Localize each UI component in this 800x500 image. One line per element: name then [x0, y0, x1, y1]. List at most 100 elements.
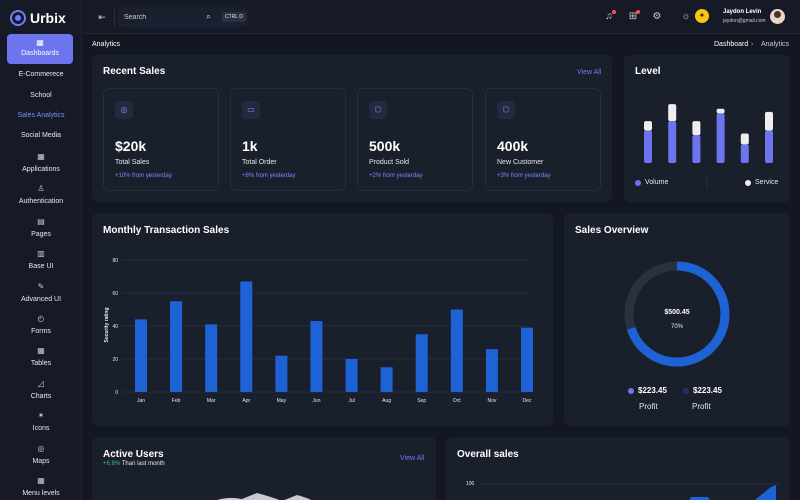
x-tick-label: Jun: [312, 398, 320, 404]
topbar: ⇤ ⌕ CTRL D ♫ ⊞ ⚙ ☼ ✦ Jaydon Levin jaydon…: [82, 0, 800, 34]
stat-value: $20k: [115, 138, 147, 154]
active-users-view-all-link[interactable]: View All: [400, 455, 424, 462]
tables-icon: ▦: [37, 346, 45, 356]
breadcrumb-separator: ›: [751, 41, 754, 48]
sidebar-item-label: Charts: [30, 392, 52, 400]
apps-icon: ▦: [37, 152, 45, 161]
stat-value: 400k: [497, 138, 529, 154]
y-tick-label: 80: [112, 258, 118, 264]
stat-label: Total Order: [242, 159, 277, 166]
x-tick-label: Oct: [453, 398, 461, 404]
monthly-bar: [275, 355, 288, 392]
x-tick-label: Apr: [242, 398, 250, 404]
monthly-bar: [205, 324, 218, 392]
monthly-sales-card: Monthly Transaction Sales 0 20 40 60 80 Secur…: [92, 213, 553, 426]
sidebar-subitem[interactable]: Sales Analytics: [0, 112, 82, 119]
sidebar-item-forms[interactable]: ◴ Forms: [0, 314, 82, 335]
stat-label: Total Sales: [115, 159, 150, 166]
overall-sales-card: Overall sales 100: [446, 437, 790, 500]
sidebar-item-label: Menu levels: [22, 490, 60, 497]
map-icon: ◎: [37, 443, 45, 453]
stat-card-product-sold: ⬡ 500k Product Sold +2% from yesterday: [357, 88, 473, 191]
sidebar-item-icons[interactable]: ✶ Icons: [0, 411, 82, 432]
sidebar-item-tables[interactable]: ▦ Tables: [0, 346, 82, 367]
stat-change: +2% from yesterday: [369, 173, 423, 179]
sidebar-item-label: Maps: [32, 457, 50, 465]
y-tick-label: 40: [112, 324, 118, 330]
stat-card-new-customer: ⬡ 400k New Customer +3% from yesterday: [485, 88, 601, 191]
sidebar-item-charts[interactable]: ◿ Charts: [0, 379, 82, 400]
active-users-title: Active Users: [103, 449, 164, 460]
advanced-ui-icon: ✎: [37, 281, 45, 291]
sidebar-subitem[interactable]: Social Media: [0, 132, 82, 139]
change-positive: +6.8%: [103, 461, 121, 467]
active-users-change: +6.8% Than last month: [103, 461, 165, 467]
monthly-bar: [240, 281, 253, 392]
monthly-bar: [450, 309, 463, 392]
level-bar-service: [716, 108, 725, 114]
sidebar-item-base-ui[interactable]: ▥ Base UI: [0, 249, 82, 270]
brand-name: Urbix: [30, 10, 66, 26]
recent-sales-title: Recent Sales: [103, 66, 166, 77]
legend-service-dot: [745, 180, 751, 186]
overview-legend-dot-1: [628, 388, 634, 394]
recent-sales-view-all-link[interactable]: View All: [577, 69, 601, 76]
active-users-card: Active Users +6.8% Than last month View …: [92, 437, 436, 500]
stat-label: Product Sold: [369, 159, 410, 166]
stat-change: +10% from yesterday: [115, 173, 172, 179]
legend-volume-label: Volume: [645, 179, 669, 186]
sidebar-item-label: Applications: [22, 166, 60, 173]
sidebar-subitem[interactable]: E-Commerece: [0, 71, 82, 78]
y-axis-label: Security rating: [104, 307, 110, 342]
sidebar-item-label: Dashboards: [21, 50, 59, 57]
box-icon: ⬡: [369, 101, 387, 119]
y-tick-label: 0: [115, 390, 118, 396]
search-input[interactable]: [124, 10, 204, 24]
charts-icon: ◿: [37, 378, 45, 388]
sidebar-item-advanced-ui[interactable]: ✎ Advanced UI: [0, 282, 82, 303]
sidebar-item-menu-levels[interactable]: ▦ Menu levels: [0, 476, 82, 497]
stat-value: 1k: [242, 138, 258, 154]
level-bar-volume: [716, 113, 725, 163]
sidebar-item-label: Authentication: [18, 198, 64, 206]
user-icon: ♙: [37, 184, 45, 194]
overall-sales-chart: [480, 483, 780, 500]
level-bar-service: [644, 121, 652, 131]
level-bar-volume: [692, 135, 701, 163]
sidebar-item-dashboards[interactable]: ▦ Dashboards: [7, 34, 73, 64]
sidebar-item-applications[interactable]: ▦ Applications: [0, 152, 82, 173]
monthly-bar: [170, 301, 183, 392]
sidebar-item-pages[interactable]: ▤ Pages: [0, 217, 82, 238]
sidebar-item-authentication[interactable]: ♙ Authentication: [0, 184, 82, 205]
x-tick-label: Mar: [207, 398, 216, 404]
monthly-bar: [521, 327, 533, 392]
sun-icon[interactable]: ☼: [679, 10, 693, 24]
y-tick-label: 20: [112, 357, 118, 363]
search-icon[interactable]: ⌕: [206, 11, 211, 22]
level-bar-service: [765, 111, 773, 131]
theme-badge-icon[interactable]: ✦: [695, 9, 709, 23]
breadcrumb-dashboard[interactable]: Dashboard: [714, 41, 748, 48]
x-tick-label: Sep: [417, 398, 426, 404]
brand[interactable]: Urbix: [10, 8, 66, 28]
settings-icon[interactable]: ⚙: [650, 10, 664, 24]
monthly-bar: [415, 334, 428, 392]
avatar[interactable]: [770, 9, 785, 24]
dollar-icon: ◎: [115, 101, 133, 119]
donut-center-value: $500.45: [664, 309, 690, 316]
menu-icon: ▦: [37, 476, 45, 485]
sidebar-subitem[interactable]: School: [0, 92, 82, 99]
divider: [114, 8, 115, 26]
sidebar-toggle-icon[interactable]: ⇤: [94, 9, 110, 25]
y-tick-label: 60: [112, 291, 118, 297]
sales-overview-card: Sales Overview $500.45 70% $223.45 Profi…: [564, 213, 790, 426]
donut-center-percent: 70%: [670, 324, 683, 330]
level-bar-service: [692, 121, 701, 136]
level-bar-service: [740, 133, 749, 145]
x-tick-label: Jan: [137, 398, 145, 404]
cube-icon: ⬡: [497, 101, 515, 119]
sidebar-item-maps[interactable]: ◎ Maps: [0, 444, 82, 465]
monthly-bar: [345, 359, 358, 392]
level-bar-volume: [740, 144, 749, 163]
order-icon: ▭: [242, 101, 260, 119]
